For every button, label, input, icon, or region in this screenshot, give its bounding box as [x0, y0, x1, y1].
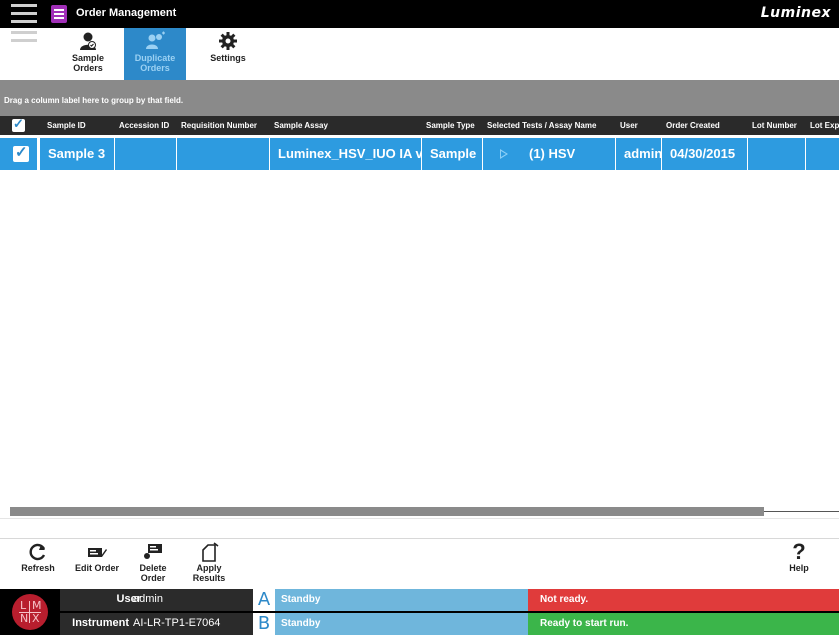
user-value: admin [133, 593, 163, 605]
bay-a-letter: A [253, 589, 275, 611]
column-sample-id[interactable]: Sample ID [43, 116, 115, 135]
apply-results-label-2: Results [192, 573, 226, 583]
tab-sample-orders-label-2: Orders [73, 63, 103, 73]
duplicate-orders-icon [144, 31, 166, 51]
cell-sample-id: Sample 3 [40, 138, 115, 170]
expand-tests-icon[interactable] [500, 149, 508, 159]
luminex-logo: Luminex [760, 5, 831, 21]
tab-sample-orders[interactable]: Sample Orders [62, 28, 114, 80]
cell-sample-type: Sample [422, 138, 483, 170]
refresh-icon [28, 542, 48, 562]
refresh-label: Refresh [21, 563, 55, 573]
tab-sample-orders-label-1: Sample [71, 53, 104, 63]
cell-order-created: 04/30/2015 [662, 138, 748, 170]
tab-settings-label: Settings [210, 53, 246, 63]
help-label: Help [789, 563, 809, 573]
cell-user: admin [616, 138, 662, 170]
bay-b-ready-status: Ready to start run. [528, 613, 839, 635]
cell-requisition-number [177, 138, 270, 170]
column-lot-number[interactable]: Lot Number [748, 116, 806, 135]
apply-results-button[interactable]: Apply Results [186, 539, 232, 590]
tab-duplicate-orders[interactable]: Duplicate Orders [124, 28, 186, 80]
menu-icon-continuation [8, 28, 40, 44]
tab-toolbar: Sample Orders Duplicate Orders Settings [0, 28, 839, 80]
cell-lot-exp [806, 138, 839, 170]
status-bar: L M N X User admin Instrument AI-LR-TP1-… [0, 589, 839, 635]
edit-order-button[interactable]: Edit Order [70, 539, 124, 590]
edit-order-icon [87, 542, 107, 562]
instrument-value: AI-LR-TP1-E7064 [133, 617, 221, 629]
menu-icon[interactable] [8, 1, 40, 27]
apply-results-icon [199, 542, 219, 562]
instrument-label: Instrument [72, 617, 129, 629]
action-toolbar: Refresh Edit Order Delete Order Apply Re… [0, 538, 839, 589]
delete-order-label-2: Order [140, 573, 166, 583]
table-row[interactable]: Sample 3 Luminex_HSV_IUO IA v2 Sample (1… [0, 138, 839, 170]
system-info: User admin Instrument AI-LR-TP1-E7064 [60, 589, 253, 635]
horizontal-scrollbar-thumb[interactable] [10, 507, 764, 516]
help-button[interactable]: ? Help [779, 539, 819, 590]
order-management-icon [51, 5, 67, 23]
grid-footer [0, 518, 839, 538]
title-bar: Order Management Luminex [0, 0, 839, 28]
bay-b-letter: B [253, 613, 275, 635]
select-all-checkbox[interactable] [12, 116, 25, 132]
cell-lot-number [748, 138, 806, 170]
column-accession-id[interactable]: Accession ID [115, 116, 177, 135]
help-icon: ? [792, 539, 806, 564]
column-lot-exp[interactable]: Lot Exp [806, 116, 839, 135]
grid-header: Sample ID Accession ID Requisition Numbe… [0, 116, 839, 135]
delete-order-icon [143, 542, 163, 562]
cell-sample-assay: Luminex_HSV_IUO IA v2 [270, 138, 422, 170]
column-sample-type[interactable]: Sample Type [422, 116, 483, 135]
app-title: Order Management [76, 7, 177, 19]
bay-b-state: Standby [275, 613, 528, 635]
instrument-info: Instrument AI-LR-TP1-E7064 [60, 613, 253, 635]
bay-a-ready-status: Not ready. [528, 589, 839, 611]
column-user[interactable]: User [616, 116, 658, 135]
bay-a-state: Standby [275, 589, 528, 611]
gear-icon [217, 31, 239, 51]
user-info: User admin [60, 589, 253, 611]
column-requisition-number[interactable]: Requisition Number [177, 116, 270, 135]
row-checkbox[interactable] [13, 143, 29, 162]
tab-duplicate-orders-label-2: Orders [140, 63, 170, 73]
order-management-app: Order Management Luminex Sample Orders D… [0, 0, 839, 635]
column-order-created[interactable]: Order Created [662, 116, 748, 135]
delete-order-label-1: Delete [139, 563, 167, 573]
sample-orders-icon [77, 31, 99, 51]
cell-accession-id [115, 138, 177, 170]
delete-order-button[interactable]: Delete Order [130, 539, 176, 590]
edit-order-label: Edit Order [74, 563, 119, 573]
lmnx-logo: L M N X [12, 594, 48, 630]
column-sample-assay[interactable]: Sample Assay [270, 116, 422, 135]
tab-settings[interactable]: Settings [202, 28, 254, 80]
group-by-hint: Drag a column label here to group by tha… [4, 96, 184, 105]
row-select-cell [10, 138, 39, 170]
tab-duplicate-orders-label-1: Duplicate [134, 53, 176, 63]
apply-results-label-1: Apply [196, 563, 222, 573]
column-selected-tests[interactable]: Selected Tests / Assay Name [483, 116, 616, 135]
horizontal-scrollbar-track-line [764, 511, 839, 512]
group-by-panel[interactable]: Drag a column label here to group by tha… [0, 80, 839, 116]
refresh-button[interactable]: Refresh [14, 539, 62, 590]
